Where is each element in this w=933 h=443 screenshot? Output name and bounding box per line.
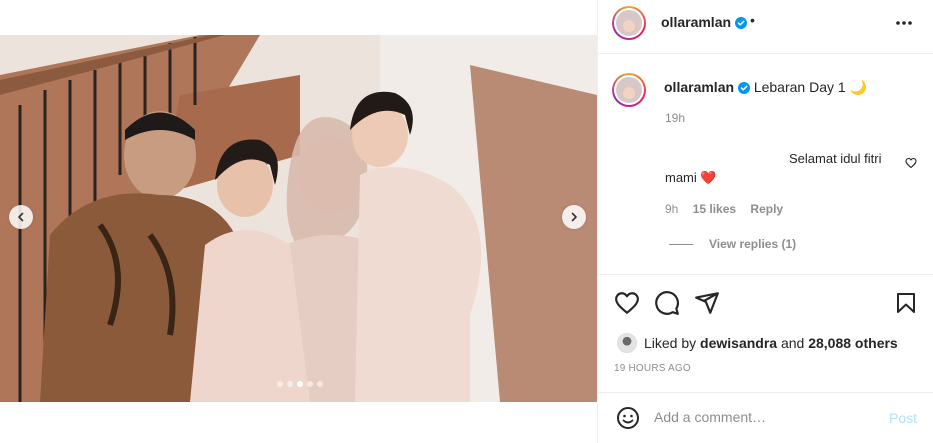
chevron-left-icon [18, 212, 24, 222]
header-avatar[interactable] [612, 6, 646, 40]
carousel-dot [297, 381, 303, 387]
likes-prefix: Liked by [644, 335, 697, 351]
chevron-right-icon [571, 212, 577, 222]
emoji-icon[interactable] [616, 406, 640, 430]
carousel-dot [287, 381, 293, 387]
family-photo-illustration [0, 35, 597, 402]
header-username-row: ollaramlan [661, 14, 747, 30]
heart-icon[interactable] [614, 290, 640, 316]
comment-text-line2: mami ❤️ [665, 170, 717, 185]
caption-line: ollaramlan Lebaran Day 1 🌙 [664, 79, 867, 96]
post-actions [598, 274, 933, 332]
carousel-indicator [277, 381, 323, 387]
header-username[interactable]: ollaramlan [661, 14, 731, 30]
comment-text-line1: Selamat idul fitri [789, 151, 882, 166]
add-comment-bar: Post [598, 392, 933, 443]
comment-input[interactable] [654, 407, 874, 427]
post-comment-button[interactable]: Post [889, 410, 917, 426]
view-replies-button[interactable]: View replies (1) [669, 237, 796, 251]
liker-avatar[interactable] [617, 333, 637, 353]
caption-time[interactable]: 19h [665, 111, 685, 125]
carousel-dot [317, 381, 323, 387]
likes-middle: and [780, 335, 805, 351]
bookmark-icon[interactable] [894, 290, 918, 316]
post-photo[interactable] [0, 35, 597, 402]
replies-divider [669, 243, 693, 245]
post-header: ollaramlan • [598, 0, 933, 54]
view-replies-label: View replies (1) [709, 237, 797, 251]
carousel-next-button[interactable] [562, 205, 586, 229]
verified-badge-icon [734, 17, 747, 29]
likes-count[interactable]: 28,088 others [808, 335, 898, 351]
likes-text: Liked by dewisandra and 28,088 others [644, 335, 898, 351]
carousel-dot [307, 381, 313, 387]
comment-reply-button[interactable]: Reply [750, 202, 783, 216]
comment-likes[interactable]: 15 likes [693, 202, 736, 216]
carousel-dot [277, 381, 283, 387]
likes-user[interactable]: dewisandra [700, 335, 777, 351]
caption-username[interactable]: ollaramlan [664, 79, 734, 95]
post-media [0, 0, 597, 443]
post-timestamp[interactable]: 19 HOURS AGO [614, 363, 691, 374]
carousel-prev-button[interactable] [9, 205, 33, 229]
more-options-icon[interactable] [894, 13, 914, 33]
post-details-panel: ollaramlan • ollaramlan Lebaran Day 1 🌙 … [597, 0, 933, 443]
caption-avatar[interactable] [612, 73, 646, 107]
verified-badge-icon [737, 82, 750, 94]
caption-text: Lebaran Day 1 🌙 [753, 79, 867, 95]
comment-icon[interactable] [654, 290, 680, 316]
comment-meta: 9h 15 likes Reply [665, 202, 794, 216]
share-icon[interactable] [694, 290, 720, 316]
header-separator: • [750, 12, 755, 28]
comment-time[interactable]: 9h [665, 202, 678, 216]
comment-like-heart-icon[interactable] [905, 157, 917, 169]
